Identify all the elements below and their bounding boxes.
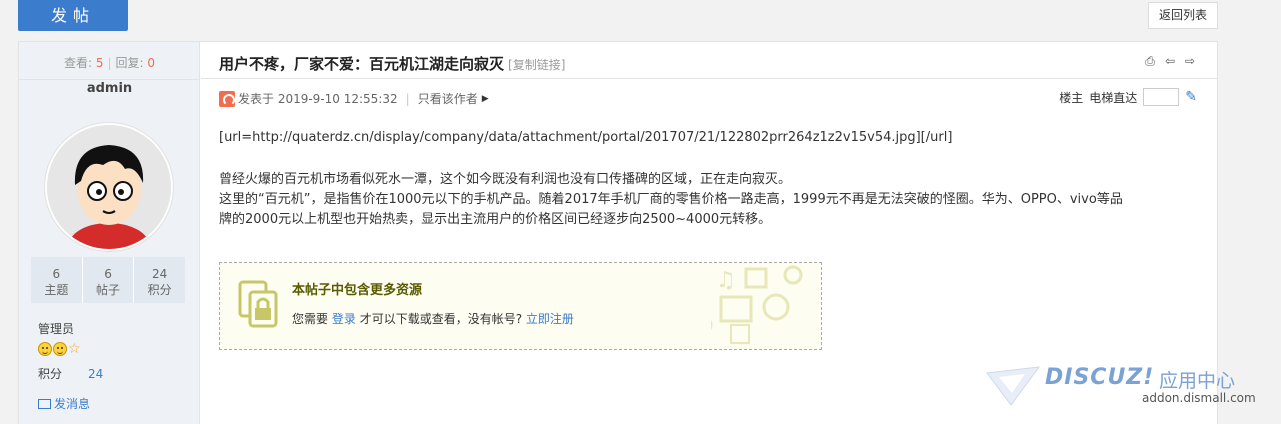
post-title: 用户不疼，厂家不爱：百元机江湖走向寂灭 [复制链接] [219,55,566,73]
author-sidebar: 查看: 5 | 回复: 0 admin 6 主题 6 帖子 24 积分 管理员 … [19,42,200,424]
divider [19,79,200,80]
points-label: 积分 [38,367,63,381]
floor-owner-label: 楼主 [1059,90,1084,105]
lock-icon [238,280,278,328]
locked-resource-box: 本帖子中包含更多资源 您需要 登录 才可以下载或查看，没有帐号? 立即注册 ♫ [219,262,822,350]
stat-threads[interactable]: 6 主题 [31,257,83,303]
discuz-logo-icon [986,366,1041,406]
new-post-button[interactable]: 发帖 [18,0,128,31]
author-name[interactable]: admin [19,81,200,96]
author-stats: 6 主题 6 帖子 24 积分 [31,257,185,303]
print-icon[interactable]: ⎙ [1143,54,1157,69]
points-value[interactable]: 24 [88,367,103,381]
watermark: DISCUZ! 应用中心 addon.dismall.com [985,365,1265,415]
login-link[interactable]: 登录 [332,312,356,326]
paragraph: 牌的2000元以上机型也开始热卖，显示出主流用户的价格区间已经逐步向2500~4… [219,212,772,227]
avatar-cartoon-icon [47,125,171,249]
post-content: [url=http://quaterdz.cn/display/company/… [219,128,1204,230]
author-only-link[interactable]: 只看该作者 [418,90,478,107]
triangle-right-icon: ▶ [481,93,489,104]
watermark-cn: 应用中心 [1159,370,1236,392]
user-role: 管理员 [38,322,75,336]
svg-text:♫: ♫ [716,268,736,293]
url-line: [url=http://quaterdz.cn/display/company/… [219,130,953,145]
avatar[interactable] [44,122,174,252]
stat-points[interactable]: 24 积分 [134,257,185,303]
stat-posts[interactable]: 6 帖子 [83,257,135,303]
envelope-icon [38,398,51,409]
register-link[interactable]: 立即注册 [526,312,574,326]
title-bar: 用户不疼，厂家不爱：百元机江湖走向寂灭 [复制链接] ⎙ ⇦ ⇨ [201,42,1217,79]
copy-link[interactable]: [复制链接] [508,58,565,72]
online-status-icon [219,90,235,107]
jump-go-icon[interactable]: ✎ [1185,89,1197,105]
star-icon: ☆ [68,341,81,357]
posted-time: 发表于 2019-9-10 12:55:32 [238,92,398,106]
paragraph: 曾经火爆的百元机市场看似死水一潭，这个如今既没有利润也没有口传播碑的区域，正在走… [219,172,792,187]
views-count: 5 [95,56,104,70]
watermark-brand: DISCUZ! [1045,365,1155,390]
send-message-link[interactable]: 发消息 [38,395,90,412]
back-to-list-button[interactable]: 返回列表 [1148,2,1218,29]
paragraph: 这里的“百元机”，是指售价在1000元以下的手机产品。随着2017年手机厂商的零… [219,192,1123,207]
points-row: 积分 24 [38,365,103,382]
locked-desc: 您需要 登录 才可以下载或查看，没有帐号? 立即注册 [292,312,574,326]
view-reply-stats: 查看: 5 | 回复: 0 [63,56,156,70]
title-actions: ⎙ ⇦ ⇨ [1143,54,1197,69]
locked-title: 本帖子中包含更多资源 [292,283,423,298]
views-label: 查看: [63,56,92,70]
replies-label: 回复: [115,56,144,70]
smile-icon [38,342,52,356]
floor-tools: 楼主 电梯直达 ✎ [1059,88,1197,106]
replies-count: 0 [147,56,156,70]
prev-thread-icon[interactable]: ⇦ [1163,54,1177,69]
floor-input[interactable] [1143,88,1180,106]
rank-icons: ☆ [38,342,81,356]
jump-label: 电梯直达 [1089,90,1138,105]
next-thread-icon[interactable]: ⇨ [1183,54,1197,69]
watermark-url: addon.dismall.com [1142,391,1256,405]
smile-icon [53,342,67,356]
post-meta: 发表于 2019-9-10 12:55:32 | 只看该作者 ▶ [219,90,489,107]
media-decoration-icon: ♫ [711,265,803,344]
